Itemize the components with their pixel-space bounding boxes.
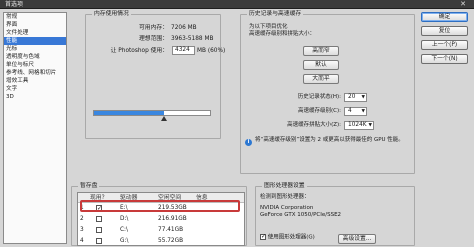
use-gpu-row: 使用图形处理器(G) <box>260 233 315 242</box>
big-flat-button[interactable]: 大而平 <box>303 74 339 84</box>
prev-button[interactable]: 上一个(P) <box>421 40 468 50</box>
highlight-box <box>80 200 240 212</box>
row-number: 4 <box>80 238 84 244</box>
ok-button[interactable]: 确定 <box>421 12 468 22</box>
scratch-disks-panel: 暂存盘 现用？ 驱动器 空闲空间 信息 1E:\219.53GB2D:\216.… <box>71 182 247 246</box>
gpu-settings-panel: 图形处理器设置 检测到图形处理器： NVIDIA Corporation GeF… <box>255 182 415 246</box>
history-states-select[interactable]: 20 ▼ <box>344 93 367 102</box>
category-item[interactable]: 性能 <box>4 37 66 45</box>
let-photoshop-use-label: 让 Photoshop 使用： <box>110 48 168 54</box>
category-item[interactable]: 单位与标尺 <box>4 61 66 69</box>
gpu-settings-title: 图形处理器设置 <box>262 182 307 190</box>
drive-letter: C:\ <box>120 227 128 233</box>
scratch-active-checkbox[interactable] <box>96 216 102 222</box>
row-number: 2 <box>80 216 84 222</box>
table-row[interactable]: 2 D:\ 216.91GB <box>78 214 244 224</box>
category-item[interactable]: 常规 <box>4 13 66 21</box>
history-states-value: 20 <box>348 94 356 100</box>
tall-thin-button[interactable]: 高而窄 <box>303 46 339 56</box>
optimize-desc-line2: 高速缓存级别和拼贴大小： <box>249 31 316 37</box>
history-cache-title: 历史记录与高速缓存 <box>247 10 304 18</box>
category-item[interactable]: 透明度与色域 <box>4 53 66 61</box>
cache-tile-size-value: 1024K <box>348 122 367 128</box>
category-list: 常规 界面 文件处理 性能 光标 透明度与色域 单位与标尺 参考线、网格和切片 增效工具 文字 3D <box>3 12 67 244</box>
gpu-advanced-button[interactable]: 高级设置... <box>338 234 376 244</box>
scratch-active-checkbox[interactable] <box>96 238 102 244</box>
drive-letter: G:\ <box>120 238 129 244</box>
cache-tile-size-select[interactable]: 1024K ▼ <box>344 121 374 130</box>
cache-levels-select[interactable]: 4 ▼ <box>344 107 367 116</box>
available-ram-label: 可用内存： <box>139 25 168 31</box>
memory-slider-thumb[interactable] <box>160 116 167 121</box>
memory-unit: MB (60%) <box>197 48 226 54</box>
optimize-desc-line1: 为以下项目优化 <box>249 24 288 30</box>
free-space: 77.41GB <box>158 227 184 233</box>
available-ram-value: 7206 MB <box>171 25 197 31</box>
cache-levels-label: 高速缓存级别(C): <box>298 108 341 114</box>
table-row[interactable]: 4 G:\ 55.72GB <box>78 236 244 245</box>
free-space: 55.72GB <box>158 238 184 244</box>
scratch-active-checkbox[interactable] <box>96 227 102 233</box>
row-number: 3 <box>80 227 84 233</box>
cache-tile-size-label: 高速缓存拼贴大小(Z): <box>287 122 341 128</box>
memory-usage-title: 内存使用情况 <box>92 10 131 18</box>
preferences-dialog: 常规 界面 文件处理 性能 光标 透明度与色域 单位与标尺 参考线、网格和切片 增效工具 文字 3D… <box>0 9 474 247</box>
free-space: 216.91GB <box>158 216 187 222</box>
available-ram-row: 可用内存： 7206 MB <box>86 24 197 32</box>
title-bar: 首选项 ✕ <box>0 0 474 9</box>
history-states-label: 历史记录状态(H): <box>297 94 341 100</box>
category-item[interactable]: 增效工具 <box>4 77 66 85</box>
table-row[interactable]: 3 C:\ 77.41GB <box>78 225 244 235</box>
gpu-cache-note: 将“高速缓存级别”设置为 2 或更高以获得最佳的 GPU 性能。 <box>255 137 404 143</box>
gpu-detected-label: 检测到图形处理器： <box>260 194 310 200</box>
next-button[interactable]: 下一个(N) <box>421 54 468 64</box>
close-icon[interactable]: ✕ <box>460 0 466 9</box>
memory-slider[interactable] <box>93 110 211 116</box>
category-item[interactable]: 文字 <box>4 85 66 93</box>
window-title: 首选项 <box>5 1 24 8</box>
use-gpu-checkbox[interactable] <box>260 233 266 240</box>
category-item[interactable]: 光标 <box>4 45 66 53</box>
ideal-range-label: 理想范围： <box>139 36 168 42</box>
default-button[interactable]: 默认 <box>303 60 339 70</box>
memory-usage-panel: 内存使用情况 可用内存： 7206 MB 理想范围： 3963-5188 MB 让 … <box>85 10 225 139</box>
ideal-range-value: 3963-5188 MB <box>171 36 214 42</box>
history-cache-panel: 历史记录与高速缓存 为以下项目优化 高速缓存级别和拼贴大小： 高而窄 默认 大而… <box>240 10 415 174</box>
chevron-down-icon: ▼ <box>368 123 372 128</box>
category-item[interactable]: 3D <box>4 93 66 101</box>
category-item[interactable]: 界面 <box>4 21 66 29</box>
info-icon: i <box>245 139 252 146</box>
chevron-down-icon: ▼ <box>361 109 365 114</box>
category-item[interactable]: 文件处理 <box>4 29 66 37</box>
gpu-model: GeForce GTX 1050/PCIe/SSE2 <box>260 212 342 218</box>
let-photoshop-use-row: 让 Photoshop 使用： <box>86 47 168 55</box>
reset-button[interactable]: 复位 <box>421 26 468 36</box>
category-item[interactable]: 参考线、网格和切片 <box>4 69 66 77</box>
memory-amount-input[interactable]: 4324 <box>172 46 195 55</box>
drive-letter: D:\ <box>120 216 129 222</box>
scratch-disks-title: 暂存盘 <box>78 182 100 190</box>
memory-slider-fill <box>94 111 164 115</box>
use-gpu-label: 使用图形处理器(G) <box>267 234 315 241</box>
chevron-down-icon: ▼ <box>361 95 365 100</box>
ideal-range-row: 理想范围： 3963-5188 MB <box>86 35 213 43</box>
gpu-vendor: NVIDIA Corporation <box>260 205 314 211</box>
cache-levels-value: 4 <box>348 108 352 114</box>
